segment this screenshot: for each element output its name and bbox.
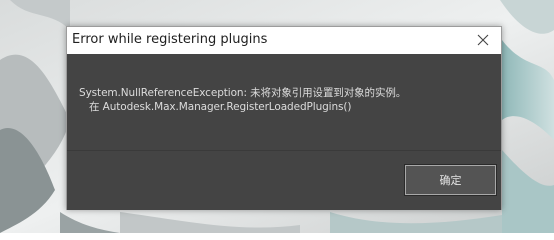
dialog-footer: 确定 — [67, 150, 501, 210]
dialog-title: Error while registering plugins — [72, 32, 268, 47]
close-icon — [477, 34, 489, 46]
error-message-line-2: 在 Autodesk.Max.Manager.RegisterLoadedPlu… — [89, 101, 352, 113]
ok-button[interactable]: 确定 — [404, 164, 497, 196]
error-dialog: Error while registering plugins System.N… — [66, 26, 502, 210]
error-message-line-1: System.NullReferenceException: 未将对象引用设置到… — [79, 87, 407, 99]
dialog-titlebar[interactable]: Error while registering plugins — [67, 27, 501, 54]
close-button[interactable] — [468, 28, 498, 52]
message-area: System.NullReferenceException: 未将对象引用设置到… — [67, 54, 501, 150]
